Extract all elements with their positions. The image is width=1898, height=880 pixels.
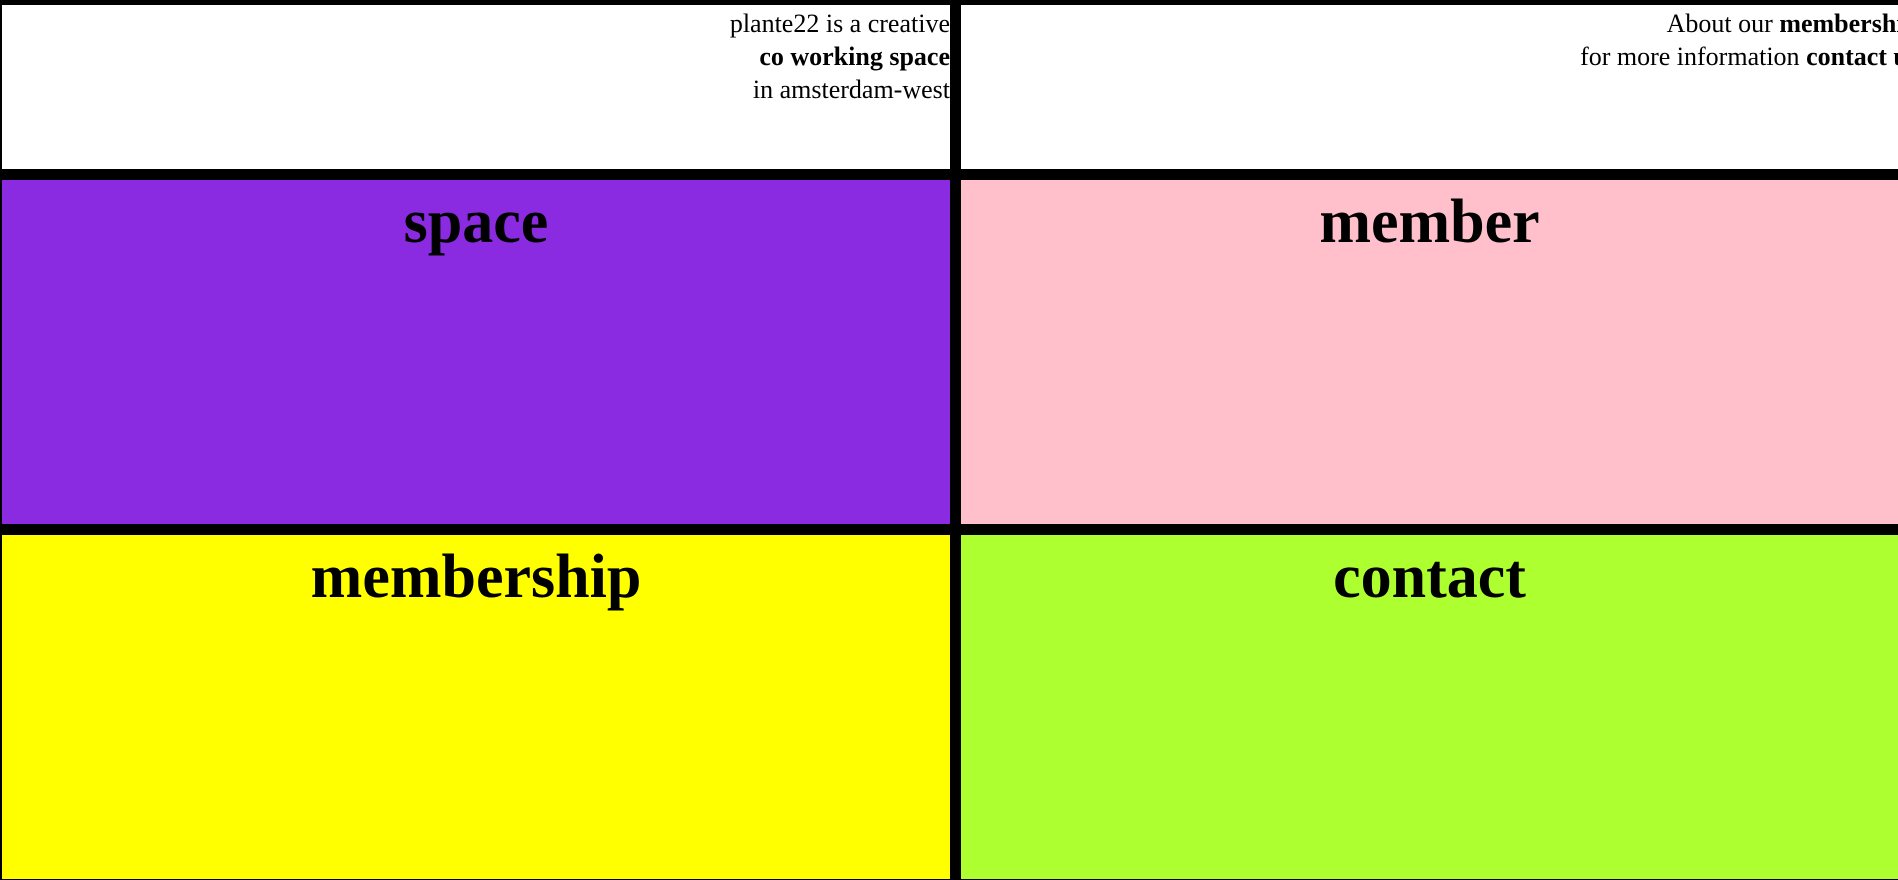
- intro-line-2-bold: co working space: [759, 42, 950, 71]
- membership-link[interactable]: membership: [1779, 9, 1898, 38]
- member-tile[interactable]: member: [961, 180, 1898, 524]
- info-line-1: About our membership: [1580, 7, 1898, 40]
- membership-title[interactable]: membership: [2, 541, 950, 613]
- contact-us-link[interactable]: contact us: [1806, 42, 1898, 71]
- intro-line-2: co working space: [2, 40, 950, 73]
- space-tile[interactable]: space: [2, 180, 950, 524]
- contact-tile[interactable]: contact: [961, 535, 1898, 879]
- intro-line-1: plante22 is a creative: [729, 9, 950, 38]
- info-line-1-prefix: About our: [1666, 9, 1780, 38]
- member-title[interactable]: member: [961, 186, 1898, 258]
- info-panel: About our membership for more informatio…: [961, 5, 1898, 169]
- intro-line-3: in amsterdam-west: [752, 75, 950, 104]
- contact-title[interactable]: contact: [961, 541, 1898, 613]
- intro-panel: plante22 is a creative co working space …: [2, 5, 950, 169]
- space-title[interactable]: space: [2, 186, 950, 258]
- info-line-2-prefix: for more information: [1580, 42, 1807, 71]
- membership-tile[interactable]: membership: [2, 535, 950, 879]
- info-line-2: for more information contact us: [1580, 40, 1898, 73]
